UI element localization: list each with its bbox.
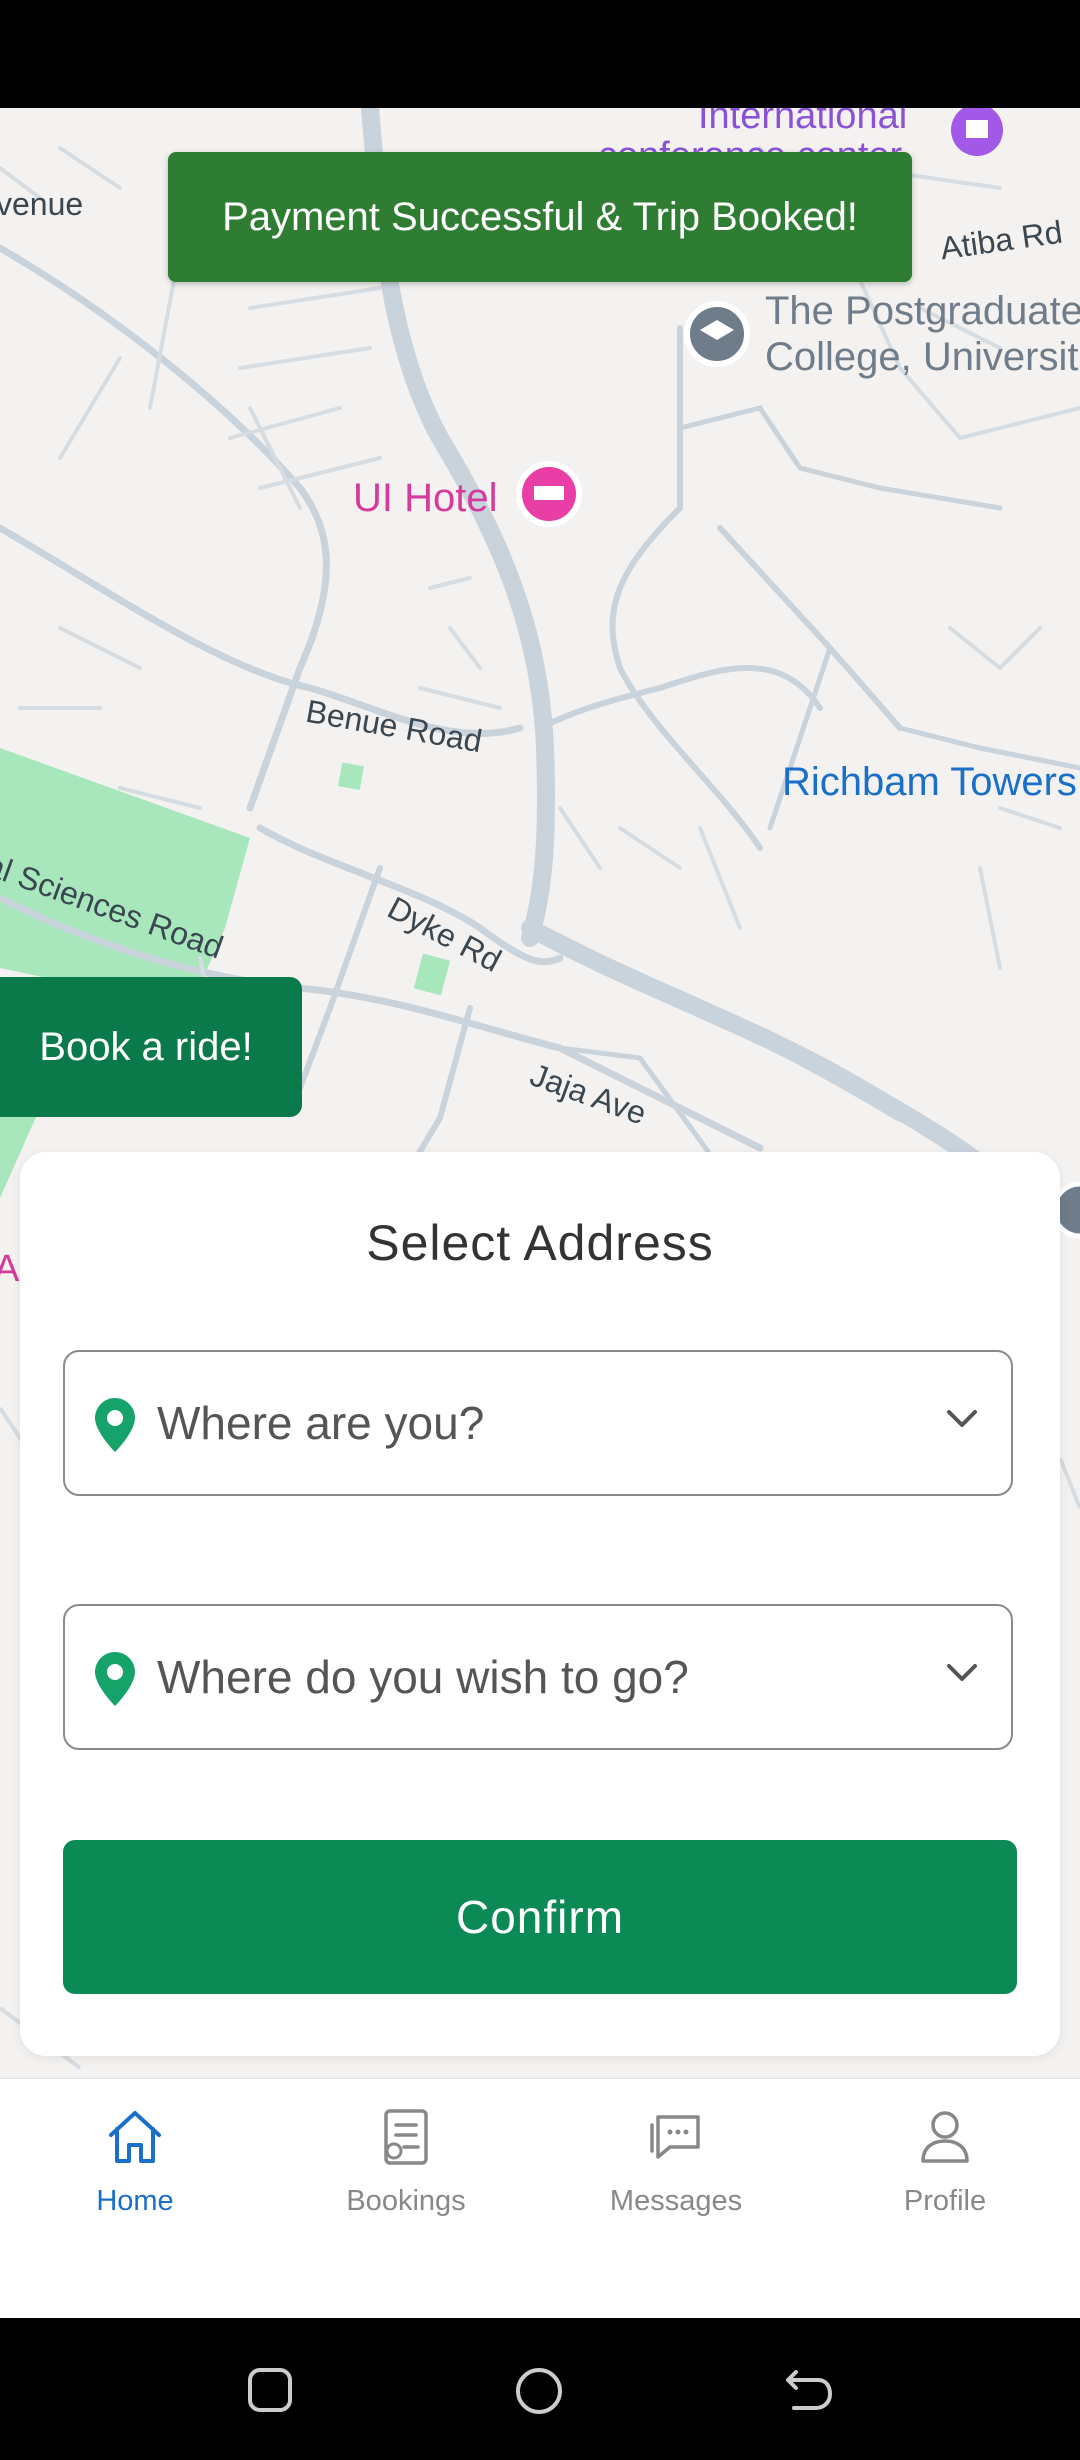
select-address-card: Select Address Where are you? Where do y… bbox=[20, 1152, 1060, 2056]
select-address-title: Select Address bbox=[366, 1215, 714, 1271]
map-label-postgraduate: The Postgraduate College, Universit bbox=[765, 288, 1080, 380]
tab-bookings-label: Bookings bbox=[346, 2185, 466, 2217]
profile-icon bbox=[921, 2111, 969, 2163]
messages-icon bbox=[650, 2115, 700, 2159]
location-pin-icon bbox=[95, 1652, 135, 1706]
bottom-tab-bar: Home Bookings Messages Profile bbox=[0, 2078, 1080, 2319]
status-bar bbox=[0, 0, 1080, 108]
tab-messages[interactable]: Messages bbox=[576, 2107, 776, 2218]
location-pin-icon bbox=[95, 1398, 135, 1452]
bookings-icon bbox=[384, 2109, 428, 2165]
tab-home[interactable]: Home bbox=[35, 2107, 235, 2218]
recents-icon[interactable] bbox=[246, 2366, 294, 2414]
destination-select[interactable]: Where do you wish to go? bbox=[63, 1604, 1013, 1750]
home-nav-icon[interactable] bbox=[514, 2366, 564, 2416]
origin-select[interactable]: Where are you? bbox=[63, 1350, 1013, 1496]
destination-placeholder: Where do you wish to go? bbox=[157, 1651, 689, 1703]
chevron-down-icon bbox=[947, 1410, 977, 1427]
system-nav-bar bbox=[0, 2318, 1080, 2460]
map-label-richbam: Richbam Towers bbox=[782, 760, 1077, 804]
postgrad-line-2: College, Universit bbox=[765, 335, 1079, 379]
home-icon bbox=[109, 2111, 161, 2163]
postgrad-line-1: The Postgraduate bbox=[765, 289, 1080, 333]
payment-success-toast: Payment Successful & Trip Booked! bbox=[168, 152, 912, 282]
map-label-venue: venue bbox=[0, 186, 84, 222]
origin-placeholder: Where are you? bbox=[157, 1397, 485, 1449]
back-icon[interactable] bbox=[784, 2366, 834, 2414]
tab-bookings[interactable]: Bookings bbox=[306, 2107, 506, 2218]
tab-profile-label: Profile bbox=[903, 2185, 987, 2217]
book-ride-button[interactable]: Book a ride! bbox=[0, 977, 302, 1117]
confirm-button[interactable]: Confirm bbox=[63, 1840, 1017, 1994]
chevron-down-icon bbox=[947, 1664, 977, 1681]
map-label-ui-hotel: UI Hotel bbox=[353, 476, 498, 520]
tab-messages-label: Messages bbox=[609, 2185, 743, 2217]
conference-line-1: International bbox=[698, 108, 908, 137]
tab-home-label: Home bbox=[96, 2185, 174, 2217]
tab-profile[interactable]: Profile bbox=[845, 2107, 1045, 2218]
